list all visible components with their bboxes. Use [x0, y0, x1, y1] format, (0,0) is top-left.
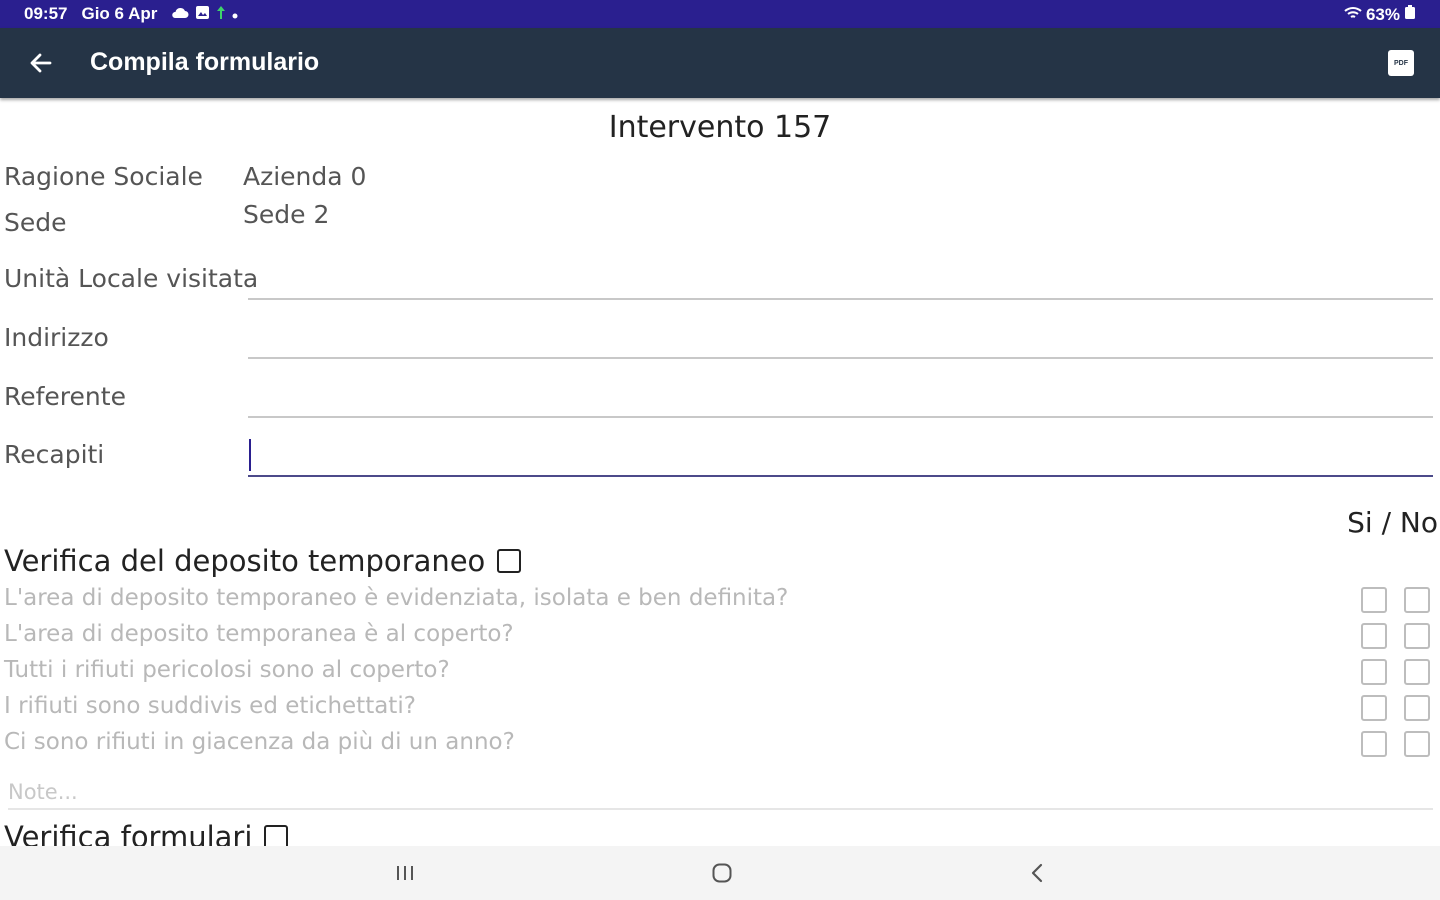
back-button[interactable] — [22, 44, 60, 82]
question-4-no-checkbox[interactable] — [1404, 695, 1430, 721]
si-no-header: Si / No — [1347, 506, 1438, 539]
question-4: I rifiuti sono suddivis ed etichettati? — [4, 693, 416, 719]
unita-locale-label: Unità Locale visitata — [4, 264, 259, 293]
note-input[interactable] — [8, 776, 1433, 810]
back-icon — [1031, 863, 1043, 883]
indirizzo-input[interactable] — [248, 315, 1433, 359]
cloud-icon — [171, 6, 189, 22]
app-toolbar: Compila formulario PDF — [0, 28, 1440, 98]
ragione-sociale-label: Ragione Sociale — [4, 162, 203, 191]
home-icon — [712, 863, 732, 883]
home-button[interactable] — [702, 858, 742, 888]
recapiti-label: Recapiti — [4, 440, 105, 469]
question-3-si-checkbox[interactable] — [1361, 659, 1387, 685]
section-formulari-title: Verifica formulari — [4, 820, 289, 846]
question-5-si-checkbox[interactable] — [1361, 731, 1387, 757]
ragione-sociale-value: Azienda 0 — [243, 162, 367, 191]
form-title: Intervento 157 — [608, 110, 832, 145]
form-content: Intervento 157 Ragione Sociale Azienda 0… — [0, 98, 1440, 846]
sede-label: Sede — [4, 208, 67, 237]
status-right: 63% — [1344, 4, 1416, 25]
recent-apps-button[interactable] — [385, 858, 425, 888]
section-formulari-label: Verifica formulari — [4, 820, 253, 846]
question-3-no-checkbox[interactable] — [1404, 659, 1430, 685]
section-deposito-checkbox[interactable] — [497, 549, 522, 573]
referente-label: Referente — [4, 382, 126, 411]
status-bar: 09:57 Gio 6 Apr 63% — [0, 0, 1440, 28]
nav-back-button[interactable] — [1017, 858, 1057, 888]
referente-input[interactable] — [248, 374, 1433, 418]
dot-icon — [232, 6, 238, 22]
question-1-no-checkbox[interactable] — [1404, 587, 1430, 613]
section-formulari-checkbox[interactable] — [264, 825, 289, 846]
recapiti-input[interactable] — [248, 433, 1433, 477]
status-date: Gio 6 Apr — [81, 4, 158, 23]
arrow-left-icon — [30, 53, 52, 73]
question-5: Ci sono rifiuti in giacenza da più di un… — [4, 729, 515, 755]
indirizzo-label: Indirizzo — [4, 323, 109, 352]
pdf-icon: PDF — [1394, 59, 1408, 67]
system-nav-bar — [0, 846, 1440, 900]
question-3: Tutti i rifiuti pericolosi sono al coper… — [4, 657, 450, 683]
upload-icon — [216, 5, 226, 23]
question-1-si-checkbox[interactable] — [1361, 587, 1387, 613]
question-2-no-checkbox[interactable] — [1404, 623, 1430, 649]
battery-level: 63% — [1365, 4, 1400, 24]
status-left: 09:57 Gio 6 Apr — [24, 4, 238, 24]
question-2: L'area di deposito temporanea è al coper… — [4, 621, 514, 647]
question-4-si-checkbox[interactable] — [1361, 695, 1387, 721]
toolbar-title: Compila formulario — [90, 48, 320, 76]
status-time: 09:57 — [24, 4, 68, 23]
question-1: L'area di deposito temporaneo è evidenzi… — [4, 585, 789, 611]
gallery-icon — [195, 5, 210, 23]
section-deposito-title: Verifica del deposito temporaneo — [4, 544, 522, 578]
sede-value: Sede 2 — [243, 200, 330, 229]
question-2-si-checkbox[interactable] — [1361, 623, 1387, 649]
status-icons — [171, 5, 238, 23]
pdf-export-button[interactable]: PDF — [1388, 50, 1414, 76]
question-5-no-checkbox[interactable] — [1404, 731, 1430, 757]
recent-apps-icon — [397, 866, 413, 880]
text-caret — [249, 439, 251, 471]
wifi-icon — [1344, 5, 1362, 25]
battery-icon — [1404, 4, 1416, 25]
unita-locale-input[interactable] — [248, 256, 1433, 300]
section-deposito-label: Verifica del deposito temporaneo — [4, 544, 486, 578]
